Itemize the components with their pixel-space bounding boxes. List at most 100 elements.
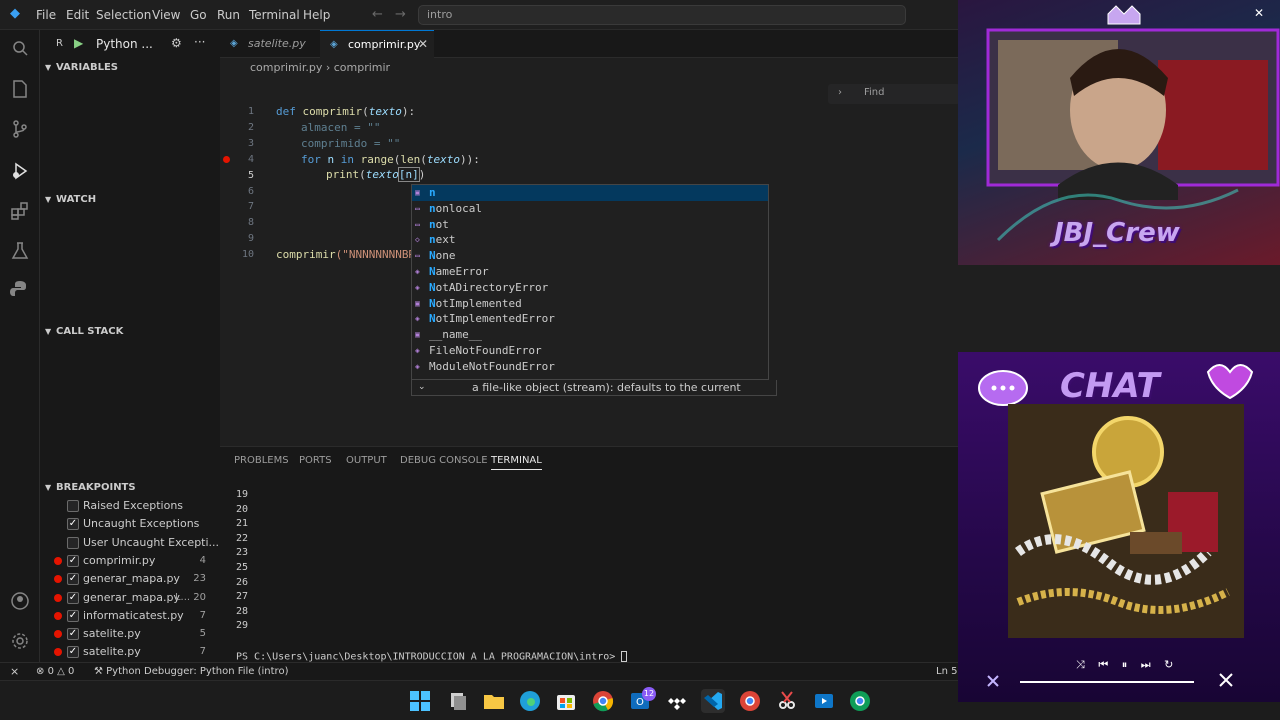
breakpoint-checkbox[interactable]: ✓ [67,628,79,641]
breakpoint-checkbox[interactable]: ✓ [67,573,79,586]
breakpoint-checkbox[interactable] [67,500,79,512]
breakpoint-checkbox[interactable]: ✓ [67,646,79,659]
run-and-debug-icon[interactable] [9,160,31,182]
tab-output[interactable]: OUTPUT [346,455,387,466]
suggestion-rest: __name__ [429,328,482,342]
menu-edit[interactable]: Edit [66,8,89,22]
suggestion-item[interactable]: ◈ NotADirectoryError [412,280,768,296]
breakpoint-label: generar_mapa.py [83,572,180,586]
suggestion-item[interactable]: ◈ NameError [412,264,768,280]
menu-go[interactable]: Go [190,8,207,22]
breakpoint-item[interactable]: ✓ Uncaught Exceptions [40,515,220,533]
python-icon[interactable] [9,278,31,300]
chrome-icon[interactable] [591,689,615,713]
call-stack-section-header[interactable]: ▼ CALL STACK [40,321,220,343]
tab-comprimir[interactable]: ◈ comprimir.py ✕ [320,30,434,58]
edge-browser-icon[interactable] [518,689,542,713]
suggestion-match: N [429,249,436,263]
testing-icon[interactable] [9,240,31,262]
suggestion-item[interactable]: ◈ FileNotFoundError [412,343,768,359]
breakpoint-checkbox[interactable]: ✓ [67,591,79,604]
media-controls: ⤨ ⏮ ⏸ ⏭ ↻ [1076,658,1176,672]
debug-config-status[interactable]: ⚒ Python Debugger: Python File (intro) [94,663,288,680]
breakpoint-item[interactable]: ✓ comprimir.py 4 [40,552,220,570]
back-arrow-icon[interactable]: ← [372,7,383,22]
gear-icon[interactable]: ⚙ [171,36,182,50]
breakpoint-item[interactable]: ✓ informaticatest.py 7 [40,607,220,625]
menu-selection[interactable]: Selection [96,8,151,22]
menu-view[interactable]: View [152,8,180,22]
chevron-right-icon[interactable]: › [838,87,842,98]
suggestion-match: n [429,186,436,199]
file-explorer-icon[interactable] [482,689,506,713]
chevron-down-icon[interactable]: ⌄ [418,380,426,395]
find-input[interactable]: Find [864,87,885,98]
tidal-icon[interactable] [665,689,689,713]
more-actions-icon[interactable]: ··· [194,35,205,49]
chrome-secondary-icon[interactable] [848,689,872,713]
cursor-position[interactable]: Ln 5, [936,663,961,680]
command-center-search[interactable]: intro [418,5,906,25]
menu-terminal[interactable]: Terminal [249,8,300,22]
tab-debug-console[interactable]: DEBUG CONSOLE [400,455,488,466]
source-control-icon[interactable] [9,118,31,140]
breakpoint-item[interactable]: Raised Exceptions [40,497,220,515]
video-editor-icon[interactable] [812,689,836,713]
breakpoint-item[interactable]: ✓ satelite.py 7 [40,643,220,661]
suggestion-rest: one [435,249,456,263]
suggestion-item[interactable]: ◈ ModuleNotFoundError [412,359,768,375]
launch-config-select[interactable]: Python ... [96,37,153,51]
store-icon[interactable] [554,689,578,713]
suggestion-item[interactable]: ▣ n [412,185,768,201]
breadcrumb-symbol[interactable]: comprimir [334,61,390,74]
menu-run[interactable]: Run [217,8,240,22]
breakpoint-checkbox[interactable]: ✓ [67,609,79,622]
watch-section-header[interactable]: ▼ WATCH [40,189,220,211]
suggestion-item[interactable]: ▭ nonlocal [412,201,768,217]
suggestion-item[interactable]: ▭ None [412,248,768,264]
breakpoint-label: satelite.py [83,645,141,659]
menu-help[interactable]: Help [303,8,330,22]
breakpoint-checkbox[interactable] [67,536,79,549]
suggestion-item[interactable]: ◈ NotImplementedError [412,311,768,327]
variables-section-header[interactable]: ▼ VARIABLES [40,57,220,79]
close-icon[interactable]: ✕ [418,37,428,51]
windows-start-icon[interactable] [408,689,432,713]
breakpoint-checkbox[interactable]: ✓ [67,554,79,567]
remote-icon[interactable]: ⨯ [10,663,19,680]
suggestion-item[interactable]: ◇ next [412,232,768,248]
tab-problems[interactable]: PROBLEMS [234,455,289,466]
tab-ports[interactable]: PORTS [299,455,332,466]
problems-status[interactable]: ⊗ 0 △ 0 [36,663,74,680]
task-view-icon[interactable] [446,689,470,713]
suggestion-item[interactable]: ▣ __name__ [412,327,768,343]
breakpoint-dot[interactable] [223,156,230,163]
tab-terminal[interactable]: TERMINAL [491,455,542,470]
terminal-prompt[interactable]: PS C:\Users\juanc\Desktop\INTRODUCCION A… [236,651,628,663]
account-icon[interactable] [9,590,31,612]
suggestion-item[interactable]: ▭ not [412,217,768,233]
extensions-icon[interactable] [9,200,31,222]
settings-gear-icon[interactable] [9,630,31,652]
start-debugging-icon[interactable]: ▶ [74,36,83,50]
search-icon[interactable] [9,38,31,60]
breakpoint-item[interactable]: ✓ generar_mapa.py L... 20 [40,589,220,607]
explorer-icon[interactable] [9,78,31,100]
breakpoint-item[interactable]: ✓ satelite.py 5 [40,625,220,643]
keyword-icon: ▭ [415,219,420,229]
breakpoints-section-header[interactable]: ▼ BREAKPOINTS [40,477,220,499]
breakpoint-label: Raised Exceptions [83,499,184,512]
snipping-tool-icon[interactable] [775,689,799,713]
breakpoint-item[interactable]: User Uncaught Excepti... [40,534,220,552]
breadcrumb-file[interactable]: comprimir.py [250,61,322,74]
breakpoint-checkbox[interactable]: ✓ [67,518,79,531]
breakpoint-item[interactable]: ✓ generar_mapa.py 23 [40,570,220,588]
forward-arrow-icon[interactable]: → [395,7,406,22]
find-widget[interactable]: › Find [828,84,960,104]
tab-satelite[interactable]: ◈ satelite.py [220,30,320,58]
vscode-taskbar-icon[interactable] [701,689,725,713]
suggestion-item[interactable]: ▣ NotImplemented [412,296,768,312]
chrome-profile-icon[interactable] [738,689,762,713]
bottom-panel: PROBLEMS PORTS OUTPUT DEBUG CONSOLE TERM… [220,446,960,663]
menu-file[interactable]: File [36,8,56,22]
